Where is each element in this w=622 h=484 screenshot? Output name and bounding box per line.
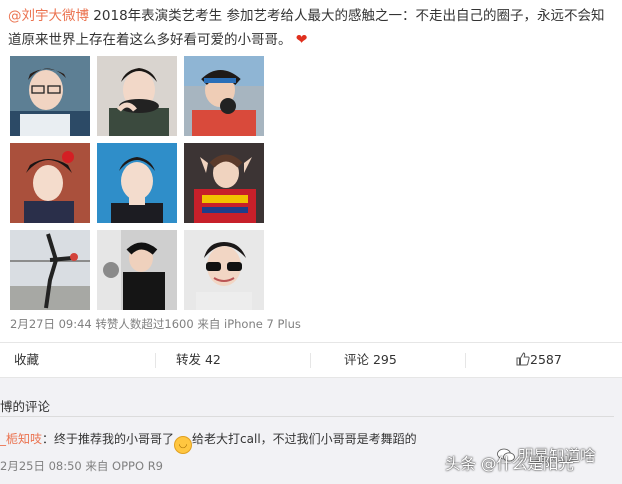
comment-source: 来自 OPPO R9 — [85, 459, 163, 473]
comment-text-after: 给老大打call，不过我们小哥哥是考舞蹈的 — [192, 432, 417, 446]
post-time[interactable]: 2月27日 09:44 — [10, 317, 92, 331]
favorite-button[interactable]: 收藏 — [14, 343, 39, 377]
repost-button[interactable]: 转发 42 — [176, 343, 221, 377]
comments-divider — [0, 416, 614, 417]
post-author-link[interactable]: @刘宇大微博 — [8, 8, 89, 24]
like-count: 2587 — [530, 352, 562, 367]
comment-item: _栀知吱：终于推荐我的小哥哥了 ◡ 给老大打call，不过我们小哥哥是考舞蹈的 — [0, 430, 417, 454]
laughing-emoji-icon: ◡ — [174, 436, 193, 454]
like-button[interactable]: 2587 — [516, 343, 562, 377]
comment-user-link[interactable]: _栀知吱 — [0, 432, 42, 446]
post-meta: 2月27日 09:44 转赞人数超过1600 来自 iPhone 7 Plus — [10, 316, 301, 332]
post-repost-count: 转赞人数超过1600 — [95, 317, 194, 331]
comment-meta: 2月25日 08:50 来自 OPPO R9 — [0, 458, 163, 474]
post-text: @刘宇大微博 2018年表演类艺考生 参加艺考给人最大的感触之一：不走出自己的圈… — [8, 4, 614, 52]
thumbs-up-icon — [516, 345, 530, 379]
post-source: 来自 iPhone 7 Plus — [197, 317, 301, 331]
photo-3[interactable] — [184, 56, 264, 136]
action-bar: 收藏 转发 42 评论 295 2587 — [0, 342, 622, 378]
divider — [310, 353, 311, 368]
photo-5[interactable] — [97, 143, 177, 223]
comment-button[interactable]: 评论 295 — [344, 343, 397, 377]
comments-title: 博的评论 — [0, 399, 51, 414]
photo-9[interactable] — [184, 230, 264, 310]
watermark-left: 头条 @什么是阳光 — [445, 455, 574, 473]
heart-icon: ❤ — [295, 32, 308, 48]
photo-8[interactable] — [97, 230, 177, 310]
photo-7[interactable] — [10, 230, 90, 310]
photo-2[interactable] — [97, 56, 177, 136]
divider — [465, 353, 466, 368]
comment-time: 2月25日 08:50 — [0, 459, 82, 473]
photo-4[interactable] — [10, 143, 90, 223]
photo-1[interactable] — [10, 56, 90, 136]
photo-6[interactable] — [184, 143, 264, 223]
divider — [155, 353, 156, 368]
comment-text-before: ：终于推荐我的小哥哥了 — [42, 432, 175, 446]
